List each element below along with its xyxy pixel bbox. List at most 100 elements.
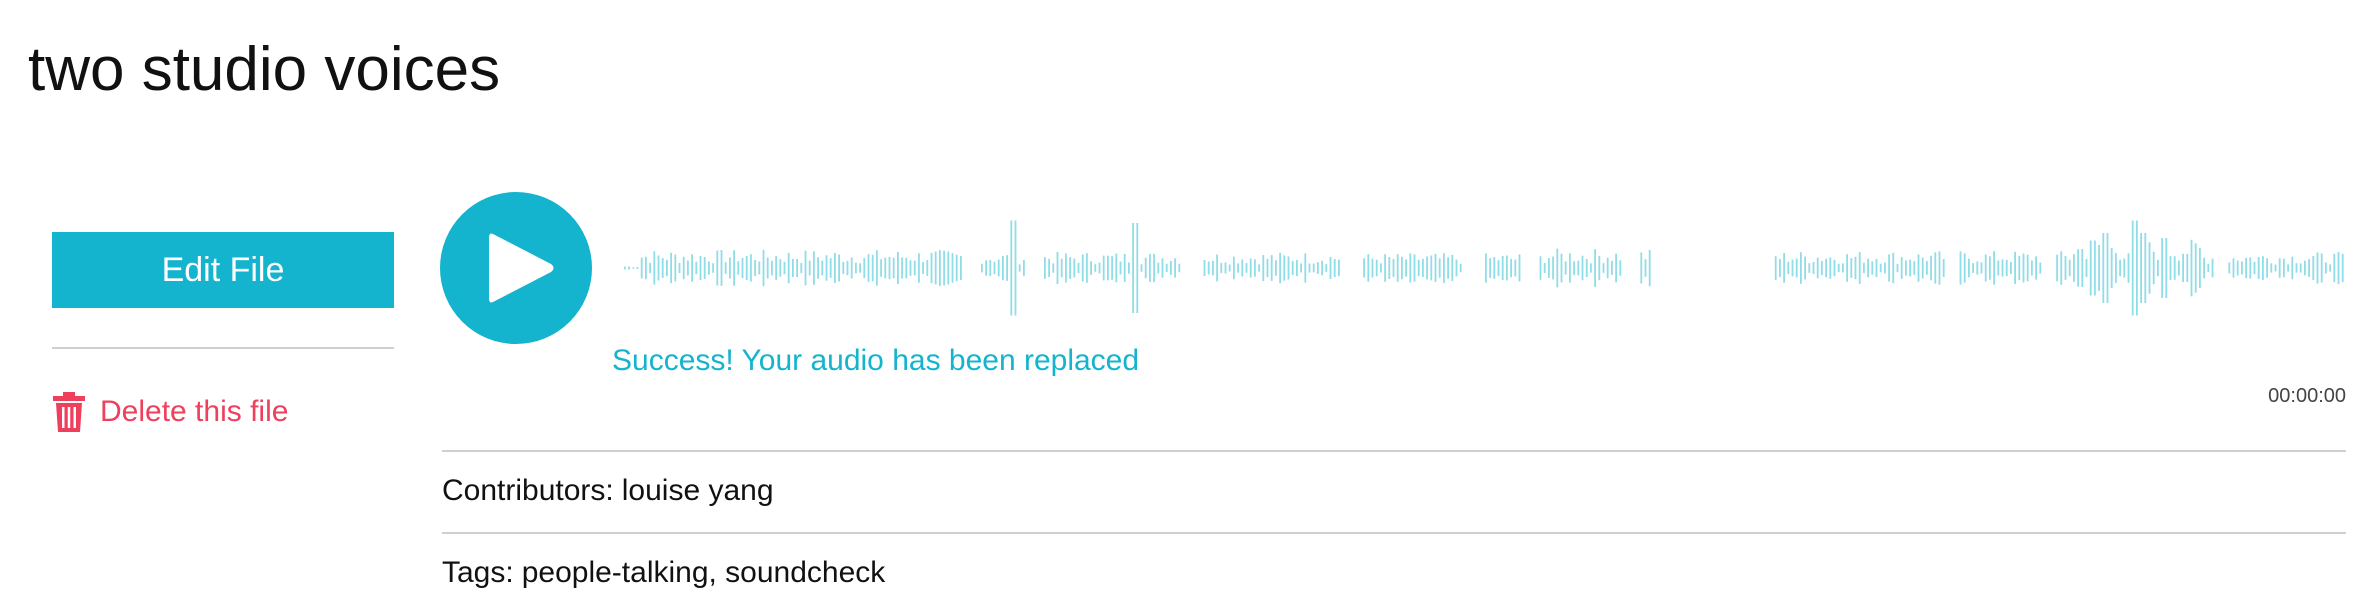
waveform-bar <box>1506 255 1508 281</box>
waveform-bar <box>1178 263 1181 273</box>
waveform-bar <box>1879 263 1882 273</box>
waveform-bar <box>2140 233 2142 303</box>
waveform-bar <box>2245 257 2247 279</box>
waveform-bar <box>1926 261 1928 275</box>
waveform-bar <box>1081 254 1084 282</box>
waveform-bar <box>1485 253 1487 283</box>
waveform-bar <box>1333 259 1336 278</box>
waveform-bar <box>2089 240 2092 296</box>
waveform-bar <box>1128 262 1130 274</box>
waveform-bar <box>829 258 832 278</box>
waveform-bar <box>1375 259 1378 277</box>
waveform-bar <box>1233 256 1235 280</box>
tags-row: Tags: people-talking, soundcheck <box>442 556 885 590</box>
play-button[interactable] <box>440 192 592 344</box>
waveform-bar <box>640 257 643 279</box>
waveform-bar <box>1816 257 1819 279</box>
waveform-bar <box>1220 262 1223 274</box>
waveform-bar <box>1270 255 1273 281</box>
waveform-bar <box>1451 255 1454 281</box>
waveform-bar <box>2299 263 2302 273</box>
waveform-bar <box>1963 253 1966 283</box>
waveform-bar <box>2001 259 2004 277</box>
waveform-bar <box>645 256 647 280</box>
waveform-bar <box>1543 263 1546 274</box>
waveform-bar <box>2115 253 2117 283</box>
waveform-bar <box>1405 259 1407 277</box>
waveform-bar <box>1136 223 1139 313</box>
waveform-bar <box>1606 257 1609 279</box>
waveform-bar <box>2148 242 2151 294</box>
waveform-bar <box>1842 263 1844 273</box>
waveform-bar <box>1917 254 1920 282</box>
waveform-bar <box>997 259 1000 277</box>
waveform-bar <box>813 251 815 285</box>
waveform-bar <box>2161 238 2163 298</box>
waveform-bar <box>2152 251 2155 285</box>
waveform-bar <box>1552 256 1554 280</box>
waveform-bar <box>2341 253 2344 283</box>
waveform-bar <box>1006 255 1008 281</box>
waveform-bar <box>922 262 924 274</box>
waveform-bar <box>1409 253 1412 283</box>
waveform-bar <box>2098 245 2100 291</box>
waveform-bar <box>1287 256 1290 280</box>
waveform-bar <box>2056 254 2058 282</box>
waveform-bar <box>2312 256 2315 280</box>
waveform-bar <box>1984 254 1987 282</box>
waveform-bar <box>2287 264 2289 272</box>
waveform-bar <box>838 254 840 282</box>
waveform-bar <box>1779 258 1781 278</box>
waveform-bar <box>1913 261 1916 275</box>
waveform-bar <box>741 258 744 279</box>
waveform-bar <box>1577 260 1580 276</box>
waveform-bar <box>1787 261 1790 275</box>
waveform-bar <box>1119 261 1122 275</box>
waveform-bar <box>687 260 689 276</box>
waveform-bar <box>1262 255 1265 282</box>
waveform-bar <box>2178 260 2180 276</box>
waveform-bar <box>888 256 891 280</box>
waveform-bar <box>1052 263 1055 273</box>
waveform-bar <box>661 258 664 278</box>
waveform-bar <box>1930 255 1932 281</box>
waveform-bar <box>1900 257 1903 279</box>
waveform-bar <box>2173 256 2176 280</box>
waveform-bar <box>2232 258 2235 278</box>
waveform-bar <box>1783 253 1785 283</box>
waveform-bar <box>1909 259 1911 277</box>
waveform-bar <box>1296 260 1298 277</box>
waveform-bar <box>1207 261 1210 275</box>
waveform-bar <box>934 251 937 285</box>
waveform-bar <box>1056 252 1059 284</box>
waveform-bar <box>804 250 807 286</box>
audio-waveform[interactable] <box>622 218 2346 318</box>
waveform-bar <box>905 257 908 279</box>
waveform-bar <box>2257 257 2260 279</box>
waveform-bar <box>657 255 660 281</box>
waveform-bar <box>880 259 882 277</box>
waveform-bar <box>2278 258 2281 278</box>
edit-file-button[interactable]: Edit File <box>52 232 394 308</box>
status-message: Success! Your audio has been replaced <box>612 344 1140 377</box>
waveform-bar <box>1237 263 1239 273</box>
waveform-bar <box>792 258 794 277</box>
waveform-bar <box>855 262 857 274</box>
waveform-bar <box>1993 251 1995 285</box>
play-icon <box>489 233 554 303</box>
waveform-bar <box>1539 256 1542 280</box>
delete-file-link[interactable]: Delete this file <box>52 392 288 432</box>
waveform-bar <box>1417 259 1420 277</box>
waveform-bar <box>884 257 887 279</box>
waveform-bar <box>733 250 735 286</box>
waveform-bar <box>1602 263 1605 273</box>
waveform-bar <box>1069 257 1071 279</box>
waveform-bar <box>989 260 992 276</box>
waveform-bar <box>2329 264 2331 272</box>
waveform-bar <box>2068 259 2071 277</box>
waveform-bar <box>1279 252 1281 284</box>
waveform-bar <box>754 260 756 277</box>
waveform-bar <box>1896 263 1899 273</box>
waveform-bar <box>628 266 630 270</box>
waveform-bar <box>1380 263 1382 273</box>
